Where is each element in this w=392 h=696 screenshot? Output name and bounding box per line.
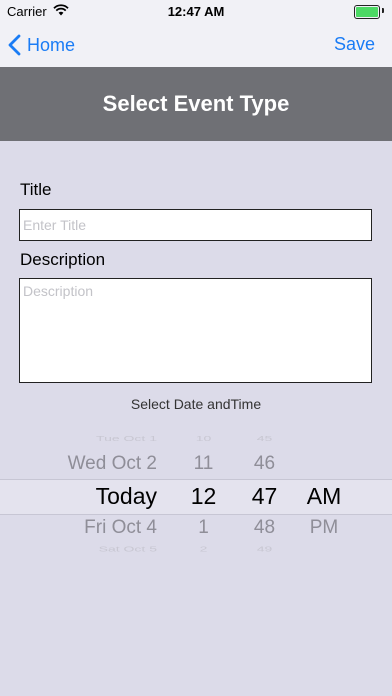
picker-date-item: Fri Oct 4 xyxy=(84,517,157,538)
page-title: Select Event Type xyxy=(0,67,392,141)
save-button[interactable]: Save xyxy=(334,34,375,55)
picker-hour-column[interactable]: 10 11 12 1 2 xyxy=(176,428,231,558)
picker-hour-item: 10 xyxy=(195,433,212,443)
picker-ampm-selected: AM xyxy=(306,483,342,509)
title-input[interactable] xyxy=(19,209,372,241)
picker-ampm-item: PM xyxy=(309,517,339,538)
battery-tip xyxy=(382,8,384,13)
title-label: Title xyxy=(20,180,52,199)
picker-minute-column[interactable]: 45 46 47 48 49 xyxy=(237,428,292,558)
picker-ampm-column[interactable]: AM PM xyxy=(300,428,348,558)
back-button[interactable]: Home xyxy=(8,32,75,58)
picker-minute-item: 49 xyxy=(256,544,273,554)
picker-minute-item: 45 xyxy=(256,433,273,443)
battery-level xyxy=(356,7,378,17)
picker-hour-item: 2 xyxy=(199,544,208,554)
battery-icon xyxy=(354,5,380,19)
navigation-bar: Home Save xyxy=(0,22,392,67)
picker-date-selected: Today xyxy=(95,483,157,509)
picker-date-item: Tue Oct 1 xyxy=(96,433,157,443)
picker-minute-item: 46 xyxy=(253,453,276,474)
picker-hour-selected: 12 xyxy=(190,483,217,509)
picker-hour-item: 1 xyxy=(198,517,209,538)
status-bar: Carrier 12:47 AM xyxy=(0,0,392,22)
picker-minute-item: 48 xyxy=(253,517,276,538)
description-label: Description xyxy=(20,250,106,269)
picker-date-item: Wed Oct 2 xyxy=(67,453,157,474)
date-time-picker[interactable]: Tue Oct 1 Wed Oct 2 Today Fri Oct 4 Sat … xyxy=(0,428,392,558)
status-time: 12:47 AM xyxy=(167,4,225,19)
chevron-left-icon xyxy=(8,34,21,56)
datetime-caption: Select Date andTime xyxy=(130,396,262,412)
description-input[interactable] xyxy=(19,278,372,383)
picker-date-item: Sat Oct 5 xyxy=(98,544,157,554)
back-button-label: Home xyxy=(27,34,76,55)
picker-minute-selected: 47 xyxy=(251,483,278,509)
picker-hour-item: 11 xyxy=(193,453,214,474)
picker-date-column[interactable]: Tue Oct 1 Wed Oct 2 Today Fri Oct 4 Sat … xyxy=(0,428,157,558)
